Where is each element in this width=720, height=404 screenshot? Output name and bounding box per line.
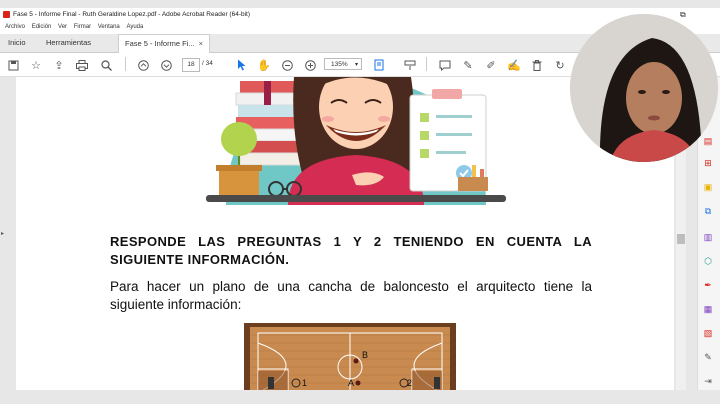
tab-document[interactable]: Fase 5 - Informe Fi... × — [118, 34, 210, 53]
scrollbar-thumb[interactable] — [677, 234, 685, 244]
trash-icon[interactable] — [530, 58, 544, 72]
menu-ayuda[interactable]: Ayuda — [126, 24, 143, 30]
compress-icon[interactable]: ⬡ — [702, 256, 714, 266]
zoom-in-icon[interactable] — [303, 58, 317, 72]
court-label-b: B — [362, 350, 368, 360]
page-total: / 34 — [202, 60, 213, 67]
hand-tool-icon[interactable]: ✋ — [257, 58, 271, 72]
zoom-value: 135% — [331, 61, 348, 68]
menu-ver[interactable]: Ver — [58, 24, 67, 30]
search-icon[interactable] — [99, 58, 113, 72]
question-body: Para hacer un plano de una cancha de bal… — [110, 279, 592, 312]
window-title: Fase 5 - Informe Final - Ruth Geraldine … — [13, 11, 251, 18]
close-tab-icon[interactable]: × — [199, 39, 203, 48]
zoom-select[interactable]: 135% ▾ — [324, 58, 362, 70]
page-number-input[interactable]: 18 — [182, 58, 200, 72]
court-label-1: 1 — [302, 378, 307, 388]
next-page-icon[interactable] — [159, 58, 173, 72]
presenter-video-image — [570, 14, 718, 162]
more-tools-icon[interactable]: ✎ — [702, 352, 714, 362]
organize-pages-icon[interactable]: ▥ — [702, 232, 714, 242]
bottom-bar — [0, 390, 720, 404]
menu-archivo[interactable]: Archivo — [5, 24, 25, 30]
scroll-mode-icon[interactable] — [403, 58, 417, 72]
basketball-court-diagram: B A 1 2 — [244, 323, 456, 390]
edit-pdf-icon[interactable]: ▧ — [702, 328, 714, 338]
webcam-overlay — [570, 14, 718, 162]
tab-home[interactable]: Inicio — [8, 34, 26, 52]
chevron-down-icon: ▾ — [354, 62, 358, 68]
print-icon[interactable] — [75, 58, 89, 72]
pdf-page: RESPONDE LAS PREGUNTAS 1 Y 2 TENIENDO EN… — [16, 77, 674, 390]
page-fit-icon[interactable] — [373, 58, 387, 72]
left-panel-toggle-icon[interactable]: ▸ — [1, 230, 4, 237]
restore-icon[interactable]: ⧉ — [680, 10, 686, 20]
rotate-icon[interactable]: ↻ — [553, 58, 567, 72]
fill-sign-tool-icon[interactable]: ✒ — [702, 280, 714, 290]
menu-ventana[interactable]: Ventana — [98, 24, 120, 30]
export-pdf-icon[interactable]: ▤ — [702, 136, 714, 146]
document-viewport[interactable]: RESPONDE LAS PREGUNTAS 1 Y 2 TENIENDO EN… — [8, 77, 674, 390]
select-cursor-icon[interactable] — [234, 58, 248, 72]
tab-tools[interactable]: Herramientas — [46, 34, 91, 52]
acrobat-logo-icon — [3, 11, 10, 18]
draw-icon[interactable]: ✐ — [484, 58, 498, 72]
toolbar-divider — [125, 57, 126, 71]
save-icon[interactable] — [6, 58, 20, 72]
comment-icon[interactable] — [438, 58, 452, 72]
zoom-out-icon[interactable] — [280, 58, 294, 72]
tab-document-label: Fase 5 - Informe Fi... — [125, 39, 195, 48]
toolbar-divider-2 — [426, 57, 427, 71]
fill-sign-icon[interactable]: ✍ — [507, 58, 521, 72]
protect-icon[interactable]: ▦ — [702, 304, 714, 314]
create-pdf-icon[interactable]: ⊞ — [702, 158, 714, 168]
menu-firmar[interactable]: Firmar — [74, 24, 91, 30]
collapse-panel-icon[interactable]: ⇥ — [702, 376, 714, 386]
combine-files-icon[interactable]: ⧉ — [702, 206, 714, 216]
bookmark-star-icon[interactable]: ☆ — [29, 58, 43, 72]
question-heading: RESPONDE LAS PREGUNTAS 1 Y 2 TENIENDO EN… — [110, 234, 592, 267]
upload-cloud-icon[interactable]: ⇪ — [52, 58, 66, 72]
previous-page-icon[interactable] — [136, 58, 150, 72]
court-label-2: 2 — [407, 378, 412, 388]
reading-girl-illustration — [206, 77, 506, 205]
comment-tool-icon[interactable]: ▣ — [702, 182, 714, 192]
menu-edicion[interactable]: Edición — [32, 24, 52, 30]
court-label-a: A — [348, 378, 354, 388]
highlight-pen-icon[interactable]: ✎ — [461, 58, 475, 72]
